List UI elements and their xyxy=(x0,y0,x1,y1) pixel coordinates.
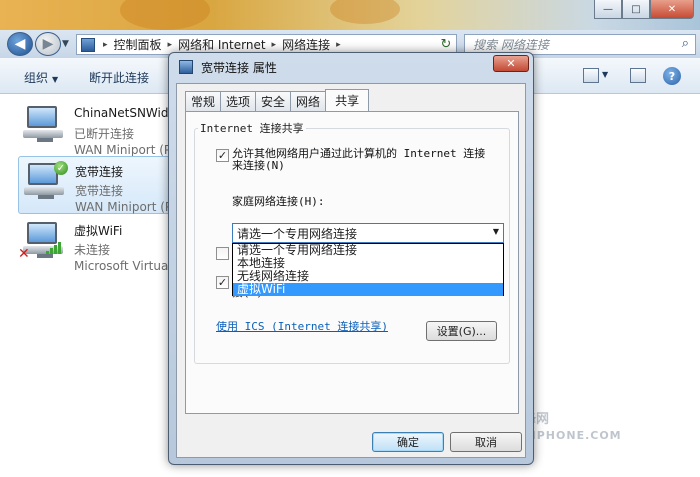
window-titlebar: — □ ✕ xyxy=(0,0,700,30)
list-item[interactable]: ✓ 宽带连接 宽带连接 WAN Miniport (PPPOE) xyxy=(18,156,208,214)
connection-name: ChinaNetSNWide xyxy=(74,106,176,120)
chevron-right-icon[interactable]: ▸ xyxy=(168,40,173,50)
dialog-title: 宽带连接 属性 xyxy=(201,60,277,75)
disconnect-button[interactable]: 断开此连接 xyxy=(89,69,149,86)
tab-security[interactable]: 安全 xyxy=(255,91,292,111)
settings-button[interactable]: 设置(G)... xyxy=(426,321,497,341)
tab-general[interactable]: 常规 xyxy=(185,91,222,111)
dropdown-arrow-icon: ▼ xyxy=(492,227,499,236)
home-network-select[interactable]: 请选一个专用网络连接 ▼ xyxy=(232,223,504,243)
allow-control-checkbox[interactable]: ✓ xyxy=(216,276,229,289)
breadcrumb-control-panel[interactable]: 控制面板 xyxy=(114,36,162,53)
recent-pages-chevron-icon[interactable]: ▼ xyxy=(62,39,69,49)
tab-networking[interactable]: 网络 xyxy=(290,91,327,111)
wifi-signal-icon xyxy=(46,242,64,254)
dropdown-option[interactable]: 无线网络连接 xyxy=(233,270,503,283)
chevron-right-icon[interactable]: ▸ xyxy=(103,40,108,50)
dialog-close-button[interactable]: ✕ xyxy=(493,55,529,72)
view-options-chevron-icon[interactable]: ▼ xyxy=(602,70,608,79)
dial-on-demand-checkbox[interactable] xyxy=(216,247,229,260)
allow-share-checkbox[interactable]: ✓ xyxy=(216,149,229,162)
arrow-left-icon: ◀ xyxy=(14,36,26,52)
sharing-tab-panel: Internet 连接共享 ✓ 允许其他网络用户通过此计算机的 Internet… xyxy=(185,111,519,414)
preview-pane-icon[interactable] xyxy=(630,68,646,83)
home-network-label: 家庭网络连接(H): xyxy=(232,195,325,208)
ok-button[interactable]: 确定 xyxy=(372,432,444,452)
disconnected-x-icon: ✕ xyxy=(18,246,30,262)
refresh-button[interactable]: ↻ xyxy=(436,34,456,54)
search-icon[interactable]: ⌕ xyxy=(682,36,689,51)
forward-button[interactable]: ▶ xyxy=(35,32,61,56)
dropdown-arrow-icon: ▼ xyxy=(52,75,59,84)
allow-share-label[interactable]: 允许其他网络用户通过此计算机的 Internet 连接 来连接(N) xyxy=(232,148,485,172)
control-panel-icon xyxy=(81,37,95,52)
dropdown-option[interactable]: 请选一个专用网络连接 xyxy=(233,244,503,257)
network-computer-icon xyxy=(23,106,63,142)
dropdown-option-highlighted[interactable]: 虚拟WiFi xyxy=(233,283,503,296)
tab-sharing[interactable]: 共享 xyxy=(325,89,370,111)
connection-status: 宽带连接 xyxy=(75,184,124,198)
dialog-body: 常规 选项 安全 网络 共享 Internet 连接共享 ✓ 允许其他网络用户通… xyxy=(176,83,526,458)
back-button[interactable]: ◀ xyxy=(7,32,33,56)
chevron-right-icon[interactable]: ▸ xyxy=(336,40,341,50)
help-icon[interactable]: ? xyxy=(663,67,681,85)
properties-dialog: 宽带连接 属性 ✕ 常规 选项 安全 网络 共享 Internet 连接共享 ✓… xyxy=(168,52,534,465)
minimize-button[interactable]: — xyxy=(594,0,622,19)
tab-strip: 常规 选项 安全 网络 共享 xyxy=(185,89,370,111)
refresh-icon: ↻ xyxy=(440,36,452,52)
list-item[interactable]: ChinaNetSNWide 已断开连接 WAN Miniport (PPPOE… xyxy=(18,100,207,158)
home-network-selected: 请选一个专用网络连接 xyxy=(237,226,358,241)
arrow-right-icon: ▶ xyxy=(42,36,54,52)
connection-name: 宽带连接 xyxy=(75,165,124,179)
organize-label: 组织 xyxy=(24,71,49,85)
organize-menu[interactable]: 组织 ▼ xyxy=(24,69,58,86)
background-splash xyxy=(120,0,210,30)
cancel-button[interactable]: 取消 xyxy=(450,432,522,452)
dialog-titlebar: 宽带连接 属性 xyxy=(179,58,277,76)
home-network-dropdown-list[interactable]: 请选一个专用网络连接 本地连接 无线网络连接 虚拟WiFi xyxy=(232,243,504,296)
breadcrumb-network-internet[interactable]: 网络和 Internet xyxy=(178,36,265,53)
network-connection-icon xyxy=(179,60,193,74)
connection-status: 已断开连接 xyxy=(74,127,135,141)
maximize-button[interactable]: □ xyxy=(622,0,650,19)
search-placeholder: 搜索 网络连接 xyxy=(473,38,549,52)
dropdown-option[interactable]: 本地连接 xyxy=(233,257,503,270)
view-options-icon[interactable] xyxy=(583,68,599,83)
connection-status: 未连接 xyxy=(74,243,111,257)
list-item[interactable]: ✕ 虚拟WiFi 未连接 Microsoft Virtual WiFi Mini… xyxy=(18,216,304,274)
breadcrumb-network-connections[interactable]: 网络连接 xyxy=(282,36,330,53)
connection-name: 虚拟WiFi xyxy=(74,224,123,238)
chevron-right-icon[interactable]: ▸ xyxy=(272,40,277,50)
close-button[interactable]: ✕ xyxy=(650,0,694,19)
ics-help-link[interactable]: 使用 ICS (Internet 连接共享) xyxy=(216,318,388,334)
allow-share-line2: 来连接(N) xyxy=(232,159,285,172)
background-splash xyxy=(330,0,400,24)
window-controls: — □ ✕ xyxy=(594,0,694,19)
shared-check-icon: ✓ xyxy=(54,161,68,175)
group-title: Internet 连接共享 xyxy=(198,120,306,136)
tab-options[interactable]: 选项 xyxy=(220,91,257,111)
